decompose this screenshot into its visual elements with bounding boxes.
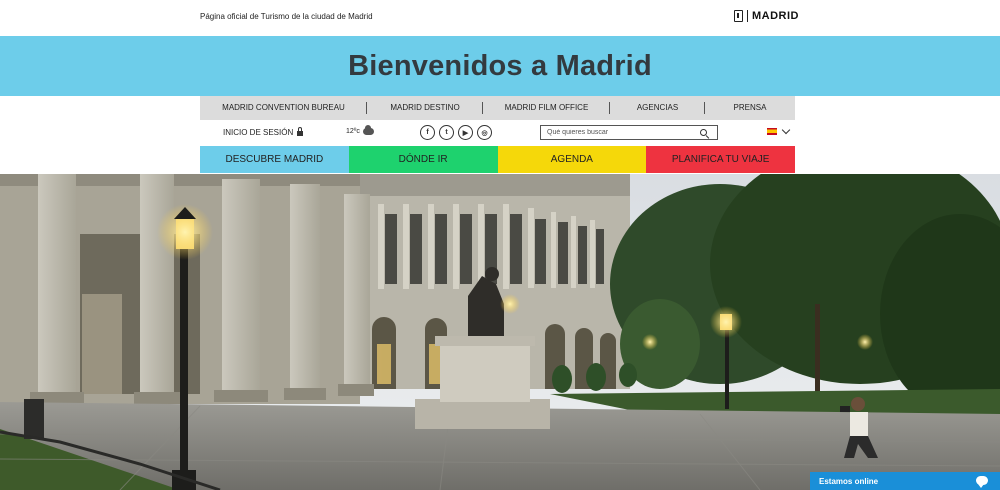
subnav-convention-bureau[interactable]: MADRID CONVENTION BUREAU (200, 96, 367, 120)
subnav-agencias[interactable]: AGENCIAS (610, 96, 705, 120)
top-bar: Página oficial de Turismo de la ciudad d… (0, 0, 1000, 36)
madrid-crest-icon (734, 10, 743, 22)
search-input[interactable] (541, 126, 691, 139)
login-label: INICIO DE SESIÓN (223, 128, 294, 137)
logo-divider (747, 10, 748, 22)
chevron-down-icon (781, 125, 791, 134)
subnav-film-office[interactable]: MADRID FILM OFFICE (483, 96, 610, 120)
spain-flag-icon (767, 128, 777, 135)
official-site-text: Página oficial de Turismo de la ciudad d… (200, 12, 373, 21)
twitter-icon[interactable]: t (439, 125, 454, 140)
page: Página oficial de Turismo de la ciudad d… (0, 0, 1000, 490)
brand-text: MADRID (752, 10, 799, 22)
weather-widget: 12ºc (346, 125, 374, 135)
madrid-logo[interactable]: MADRID (734, 10, 799, 22)
instagram-icon[interactable]: ◎ (477, 125, 492, 140)
nav-agenda[interactable]: AGENDA (497, 146, 647, 173)
nav-donde-ir[interactable]: DÓNDE IR (348, 146, 498, 173)
welcome-banner: Bienvenidos a Madrid (0, 36, 1000, 96)
language-selector[interactable] (767, 125, 791, 135)
nav-descubre-madrid[interactable]: DESCUBRE MADRID (200, 146, 349, 173)
subnav-madrid-destino[interactable]: MADRID DESTINO (367, 96, 483, 120)
search-box (540, 125, 718, 140)
search-icon[interactable] (700, 129, 707, 136)
cloud-icon (362, 125, 374, 135)
facebook-icon[interactable]: f (420, 125, 435, 140)
chat-label: Estamos online (819, 476, 879, 486)
social-links: f t ▶ ◎ (420, 125, 492, 140)
chat-widget[interactable]: Estamos online (810, 472, 1000, 490)
nav-planifica-tu-viaje[interactable]: PLANIFICA TU VIAJE (646, 146, 795, 173)
secondary-nav: MADRID CONVENTION BUREAU MADRID DESTINO … (200, 96, 795, 120)
main-nav: DESCUBRE MADRID DÓNDE IR AGENDA PLANIFIC… (200, 146, 795, 173)
utility-bar: INICIO DE SESIÓN 12ºc f t ▶ ◎ (200, 120, 795, 146)
page-title: Bienvenidos a Madrid (348, 49, 652, 82)
chat-bubble-icon (976, 476, 988, 488)
temperature: 12ºc (346, 128, 360, 135)
youtube-icon[interactable]: ▶ (458, 125, 473, 140)
hero-illustration (0, 174, 1000, 490)
login-link[interactable]: INICIO DE SESIÓN (223, 127, 304, 137)
lock-icon (297, 127, 304, 136)
subnav-prensa[interactable]: PRENSA (705, 96, 795, 120)
hero-image-prado-museum (0, 174, 1000, 490)
